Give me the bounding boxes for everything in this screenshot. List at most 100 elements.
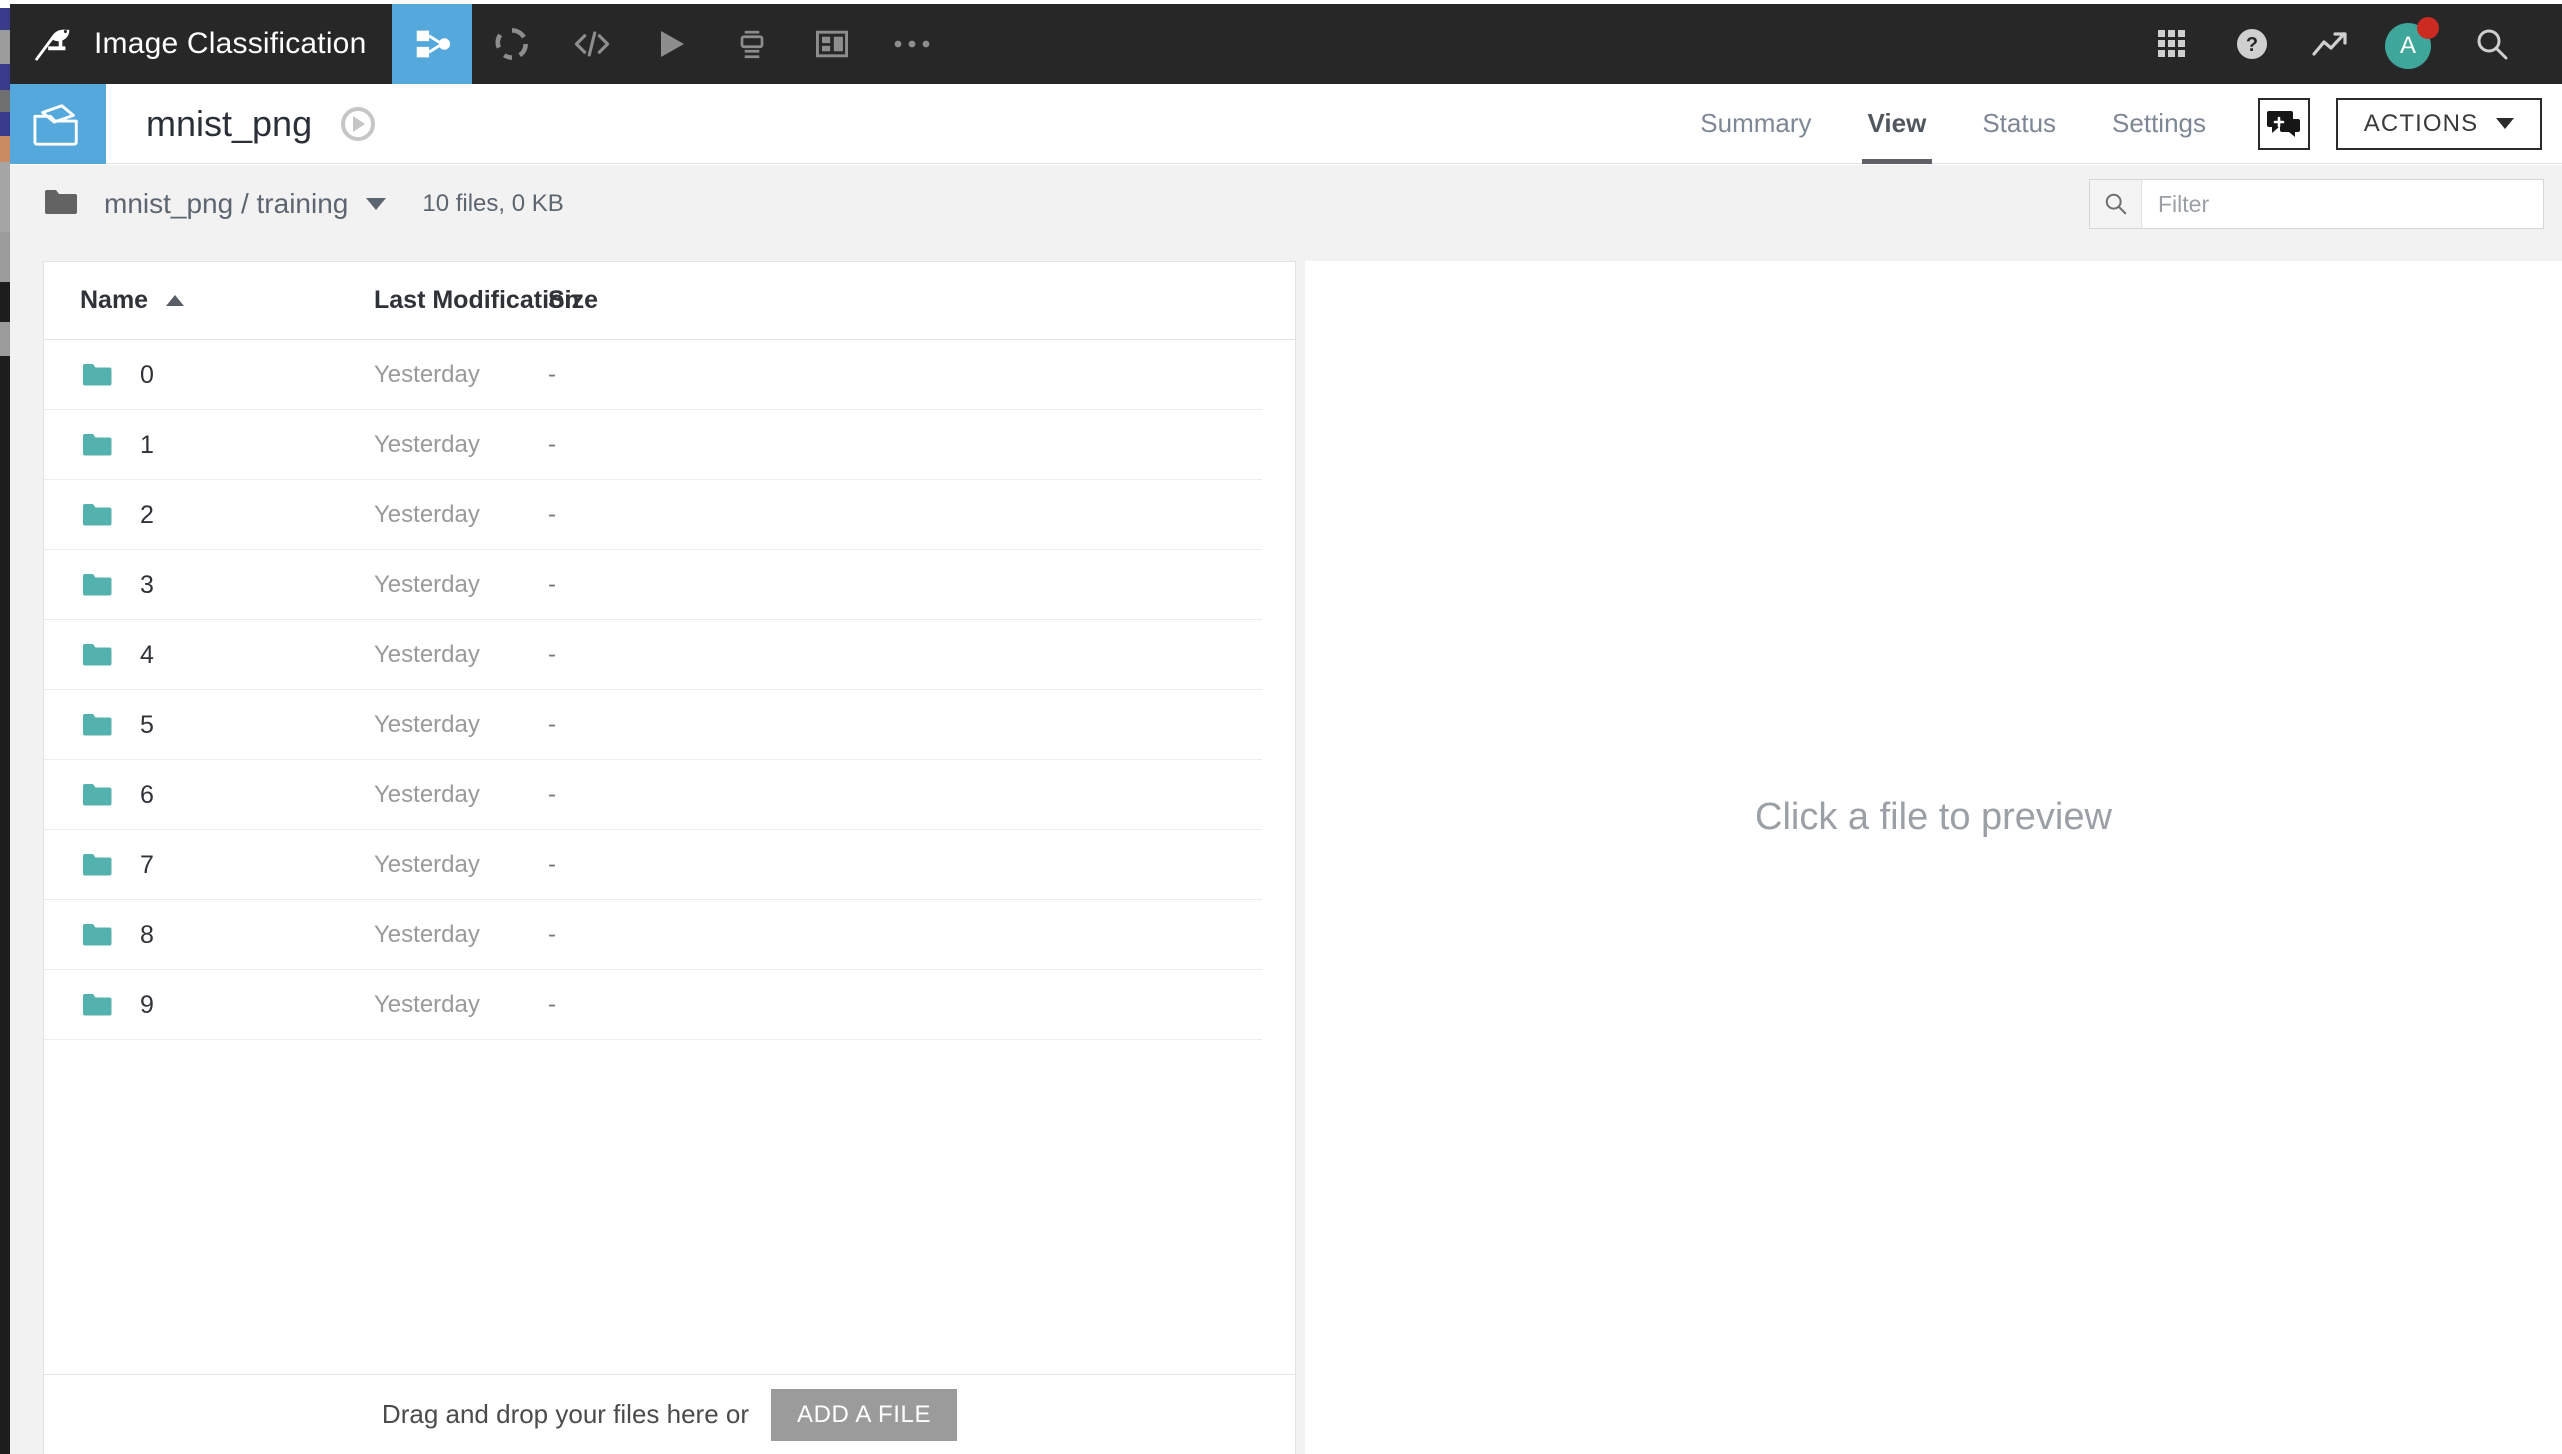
column-header-name-label: Name xyxy=(80,286,149,314)
app-title: Image Classification xyxy=(94,27,367,60)
table-row[interactable]: 1 Yesterday - xyxy=(44,410,1295,480)
bird-logo-icon[interactable] xyxy=(10,4,94,84)
file-modified: Yesterday xyxy=(374,431,480,458)
svg-text:?: ? xyxy=(2246,34,2258,56)
folder-icon xyxy=(82,503,112,527)
file-name: 0 xyxy=(140,360,154,389)
file-size: - xyxy=(548,711,556,738)
topbar-right-actions: ? A xyxy=(2132,4,2562,84)
folder-icon xyxy=(82,573,112,597)
table-row[interactable]: 6 Yesterday - xyxy=(44,760,1295,830)
actions-button-label: ACTIONS xyxy=(2363,109,2479,137)
file-modified: Yesterday xyxy=(374,571,480,598)
file-modified: Yesterday xyxy=(374,851,480,878)
tool-more-icon[interactable] xyxy=(872,4,952,84)
main-content: Name Last Modification Size 0 Yesterday … xyxy=(10,243,2562,1454)
table-row[interactable]: 5 Yesterday - xyxy=(44,690,1295,760)
file-name: 5 xyxy=(140,710,154,739)
file-size: - xyxy=(548,781,556,808)
file-modified: Yesterday xyxy=(374,781,480,808)
file-modified: Yesterday xyxy=(374,921,480,948)
file-name: 1 xyxy=(140,430,154,459)
file-name: 4 xyxy=(140,640,154,669)
tool-dashboard-icon[interactable] xyxy=(792,4,872,84)
file-modified: Yesterday xyxy=(374,991,480,1018)
file-modified: Yesterday xyxy=(374,501,480,528)
actions-button[interactable]: ACTIONS xyxy=(2336,97,2542,150)
tool-lab-icon[interactable] xyxy=(472,4,552,84)
table-row[interactable]: 3 Yesterday - xyxy=(44,550,1295,620)
folder-icon xyxy=(82,713,112,737)
table-row[interactable]: 2 Yesterday - xyxy=(44,480,1295,550)
tab-status[interactable]: Status xyxy=(1954,84,2084,164)
file-size: - xyxy=(548,991,556,1018)
file-size: - xyxy=(548,501,556,528)
file-dropzone[interactable]: Drag and drop your files here or ADD A F… xyxy=(44,1374,1295,1454)
preview-panel: Click a file to preview xyxy=(1305,261,2562,1454)
folder-icon xyxy=(82,783,112,807)
table-row[interactable]: 4 Yesterday - xyxy=(44,620,1295,690)
file-name: 2 xyxy=(140,500,154,529)
sort-ascending-icon xyxy=(166,295,185,306)
file-size: - xyxy=(548,921,556,948)
file-list: 0 Yesterday - 1 Yesterday - 2 Yesterday xyxy=(44,340,1295,1374)
table-row[interactable]: 8 Yesterday - xyxy=(44,900,1295,970)
file-name: 9 xyxy=(140,990,154,1019)
chevron-down-icon xyxy=(2496,118,2515,129)
file-name: 3 xyxy=(140,570,154,599)
add-file-button[interactable]: ADD A FILE xyxy=(771,1388,958,1441)
table-header: Name Last Modification Size xyxy=(44,262,1295,340)
tool-code-icon[interactable] xyxy=(552,4,632,84)
folder-icon xyxy=(82,363,112,387)
folder-icon xyxy=(82,993,112,1017)
folder-icon xyxy=(82,853,112,877)
file-name: 8 xyxy=(140,920,154,949)
search-icon xyxy=(2090,180,2142,228)
tab-view[interactable]: View xyxy=(1840,84,1955,164)
file-size: - xyxy=(548,641,556,668)
column-header-name[interactable]: Name xyxy=(80,286,185,315)
page-title: mnist_png xyxy=(146,102,313,144)
breadcrumb-row: mnist_png / training 10 files, 0 KB xyxy=(10,165,2562,243)
tool-jobs-icon[interactable] xyxy=(712,4,792,84)
avatar[interactable]: A xyxy=(2372,4,2452,84)
breadcrumb-path: mnist_png / training xyxy=(104,188,349,219)
apps-grid-icon[interactable] xyxy=(2132,4,2212,84)
folder-icon xyxy=(82,923,112,947)
file-size: - xyxy=(548,431,556,458)
tool-flow-icon[interactable] xyxy=(392,4,473,84)
tab-summary[interactable]: Summary xyxy=(1672,84,1839,164)
file-name: 7 xyxy=(140,850,154,879)
notification-badge xyxy=(2417,17,2439,39)
files-panel: Name Last Modification Size 0 Yesterday … xyxy=(43,261,1296,1454)
tool-run-icon[interactable] xyxy=(632,4,712,84)
dataset-folder-icon[interactable] xyxy=(10,83,106,164)
file-size: - xyxy=(548,571,556,598)
filter-box xyxy=(2089,179,2544,229)
help-icon[interactable]: ? xyxy=(2212,4,2292,84)
folder-icon xyxy=(44,188,78,221)
top-app-bar: Image Classification ? A xyxy=(10,4,2562,84)
dropzone-label: Drag and drop your files here or xyxy=(381,1399,750,1429)
file-modified: Yesterday xyxy=(374,641,480,668)
table-row[interactable]: 9 Yesterday - xyxy=(44,970,1295,1040)
column-header-size[interactable]: Size xyxy=(548,286,598,315)
search-icon[interactable] xyxy=(2452,4,2532,84)
activity-icon[interactable] xyxy=(2292,4,2372,84)
browser-edge-strip xyxy=(0,0,10,1454)
preview-placeholder: Click a file to preview xyxy=(1755,796,2112,838)
dataset-tabs: Summary View Status Settings ACTIONS xyxy=(1672,84,2562,164)
file-stats: 10 files, 0 KB xyxy=(422,190,564,217)
breadcrumb[interactable]: mnist_png / training xyxy=(44,188,387,221)
table-row[interactable]: 0 Yesterday - xyxy=(44,340,1295,410)
tab-settings[interactable]: Settings xyxy=(2084,84,2234,164)
folder-icon xyxy=(82,643,112,667)
file-modified: Yesterday xyxy=(374,361,480,388)
chevron-down-icon xyxy=(366,198,387,210)
discussion-add-icon[interactable] xyxy=(2258,97,2310,150)
search-input[interactable] xyxy=(2142,180,2543,228)
build-status-icon[interactable] xyxy=(338,104,378,144)
table-row[interactable]: 7 Yesterday - xyxy=(44,830,1295,900)
file-name: 6 xyxy=(140,780,154,809)
folder-icon xyxy=(82,433,112,457)
